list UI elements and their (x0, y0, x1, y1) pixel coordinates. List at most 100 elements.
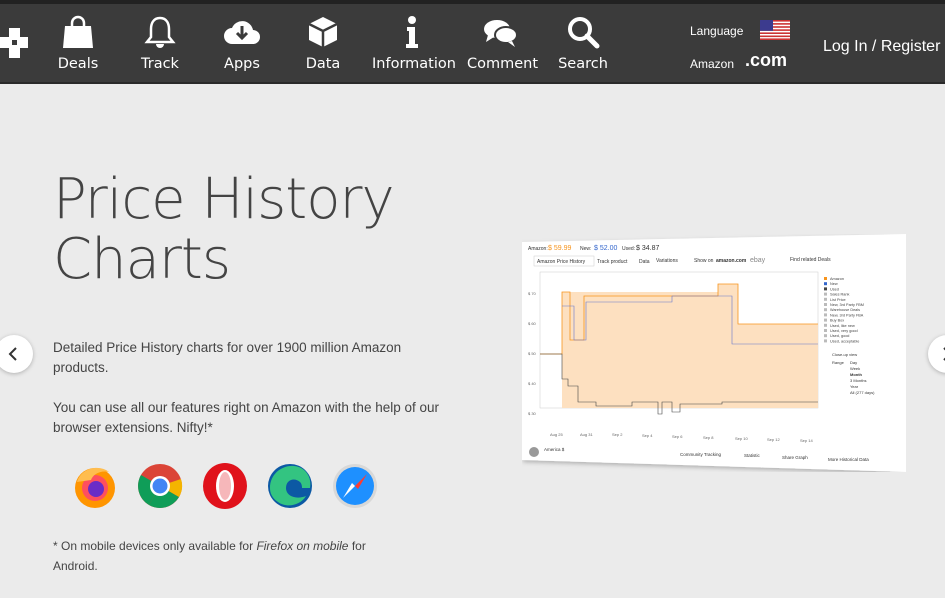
preview-range-opt: Day (850, 360, 857, 365)
nav-information[interactable]: Information (372, 14, 456, 78)
cloud-download-icon (224, 21, 260, 44)
preview-xtick: Sep 10 (735, 436, 748, 441)
preview-xtick: Sep 6 (672, 434, 683, 439)
preview-tab-data: Data (639, 259, 650, 265)
browser-extension-list (71, 462, 391, 512)
carousel-next-button[interactable] (928, 335, 945, 373)
preview-legend-item: Used, very good (830, 329, 858, 333)
page-title-line1: Price History (53, 167, 395, 232)
language-label[interactable]: Language (690, 24, 743, 38)
footnote-text: * On mobile devices only available for (53, 539, 257, 553)
preview-legend-item: Used (830, 287, 839, 291)
preview-ytick: $ 50 (528, 351, 537, 356)
preview-legend-swatch (824, 318, 827, 322)
preview-range: Range (832, 360, 845, 365)
chevron-left-icon (8, 347, 17, 361)
opera-icon[interactable] (201, 462, 249, 510)
nav-comment[interactable]: Comment (467, 14, 538, 78)
preview-statistic: Statistic (744, 453, 761, 458)
firefox-mobile-text: Firefox on mobile (256, 539, 349, 553)
preview-legend-swatch (824, 329, 827, 332)
preview-more-data: More Historical Data (828, 457, 869, 462)
top-nav-bar: Deals Track Apps Data Information Commen… (0, 0, 945, 84)
preview-legend-item: Sales Rank (830, 293, 850, 297)
chrome-icon[interactable] (136, 462, 184, 510)
preview-amazon-logo: amazon.com (716, 258, 747, 264)
preview-legend-swatch (824, 303, 827, 306)
price-chart-preview: Amazon: $ 59.99 New: $ 52.00 Used: $ 34.… (522, 234, 906, 472)
preview-legend-item: Used, acceptable (830, 339, 859, 343)
preview-amazon-price: $ 59.99 (548, 245, 571, 252)
preview-show-on: Show on (694, 258, 714, 264)
keepa-logo-icon[interactable] (0, 28, 30, 58)
chevron-right-icon (943, 347, 945, 361)
nav-deals[interactable]: Deals (52, 14, 104, 78)
preview-close-up: Close-up view (832, 352, 857, 357)
preview-legend-swatch (824, 282, 827, 286)
nav-deals-label: Deals (57, 56, 99, 72)
preview-related-deals: Find related Deals (790, 257, 831, 263)
search-icon (568, 17, 600, 49)
preview-legend-swatch (824, 313, 827, 317)
preview-legend-item: Buy Box (830, 319, 844, 323)
us-flag-icon[interactable] (760, 20, 790, 40)
preview-range-opt: All (277 days) (850, 390, 875, 395)
preview-legend-swatch (824, 339, 827, 343)
store-label[interactable]: Amazon (690, 57, 734, 71)
nav-search[interactable]: Search (558, 14, 608, 78)
preview-legend-item: Amazon (830, 277, 844, 281)
preview-legend-swatch (824, 297, 827, 301)
preview-legend-item: Warehouse Deals (830, 308, 860, 312)
preview-ytick: $ 40 (528, 381, 537, 386)
carousel-prev-button[interactable] (0, 335, 33, 373)
edge-icon[interactable] (266, 462, 314, 510)
login-register-link[interactable]: Log In / Register (823, 38, 940, 56)
preview-xtick: Sep 4 (642, 433, 653, 438)
preview-used-price: $ 34.87 (636, 245, 659, 252)
preview-range-opt: 3 Months (850, 378, 866, 383)
preview-ebay-logo: ebay (750, 257, 766, 264)
nav-apps[interactable]: Apps (218, 14, 266, 78)
description-text: Detailed Price History charts for over 1… (53, 340, 402, 375)
store-domain[interactable]: .com (745, 50, 787, 71)
preview-legend-item: List Price (830, 298, 846, 302)
preview-tab-track: Track product (597, 259, 628, 265)
preview-new-label: New: (580, 246, 591, 252)
preview-legend-swatch (824, 292, 827, 296)
preview-legend-item: Used, like new (830, 324, 855, 328)
preview-amazon-label: Amazon: (528, 246, 548, 252)
preview-ytick: $ 70 (528, 291, 537, 296)
nav-information-label: Information (372, 56, 456, 72)
preview-range-opt: Year (850, 384, 859, 389)
preview-legend-swatch (824, 287, 827, 291)
globe-icon (529, 447, 539, 457)
page-title-line2: Charts (53, 227, 231, 292)
preview-legend-swatch (824, 277, 827, 280)
preview-xtick: Sep 14 (800, 438, 813, 443)
nav-track[interactable]: Track (135, 14, 185, 78)
chat-bubbles-icon (484, 20, 518, 47)
preview-legend-item: New (830, 282, 838, 286)
nav-apps-label: Apps (224, 56, 260, 72)
preview-locale: America $ (544, 447, 565, 452)
safari-icon[interactable] (331, 462, 379, 510)
preview-range-opt: Month (850, 372, 863, 377)
preview-new-price: $ 52.00 (594, 245, 617, 252)
firefox-icon[interactable] (71, 462, 119, 510)
preview-xtick: Sep 8 (703, 435, 714, 440)
preview-share: Share Graph (782, 455, 808, 460)
nav-data[interactable]: Data (300, 14, 346, 78)
preview-legend-swatch (824, 334, 827, 338)
page-title: Price History Charts (53, 167, 395, 292)
preview-xtick: Aug 25 (550, 432, 563, 437)
mobile-footnote: * On mobile devices only available for F… (53, 536, 413, 576)
preview-ytick: $ 60 (528, 321, 537, 326)
preview-legend-item: New, 3rd Party FBM (830, 303, 864, 307)
nav-search-label: Search (558, 56, 608, 72)
preview-legend-swatch (824, 323, 827, 327)
info-icon (406, 16, 418, 48)
preview-community: Community Tracking (680, 452, 722, 457)
preview-tab-history: Amazon Price History (537, 259, 586, 265)
preview-ytick: $ 30 (528, 411, 537, 416)
extension-text: You can use all our features right on Am… (53, 400, 439, 435)
